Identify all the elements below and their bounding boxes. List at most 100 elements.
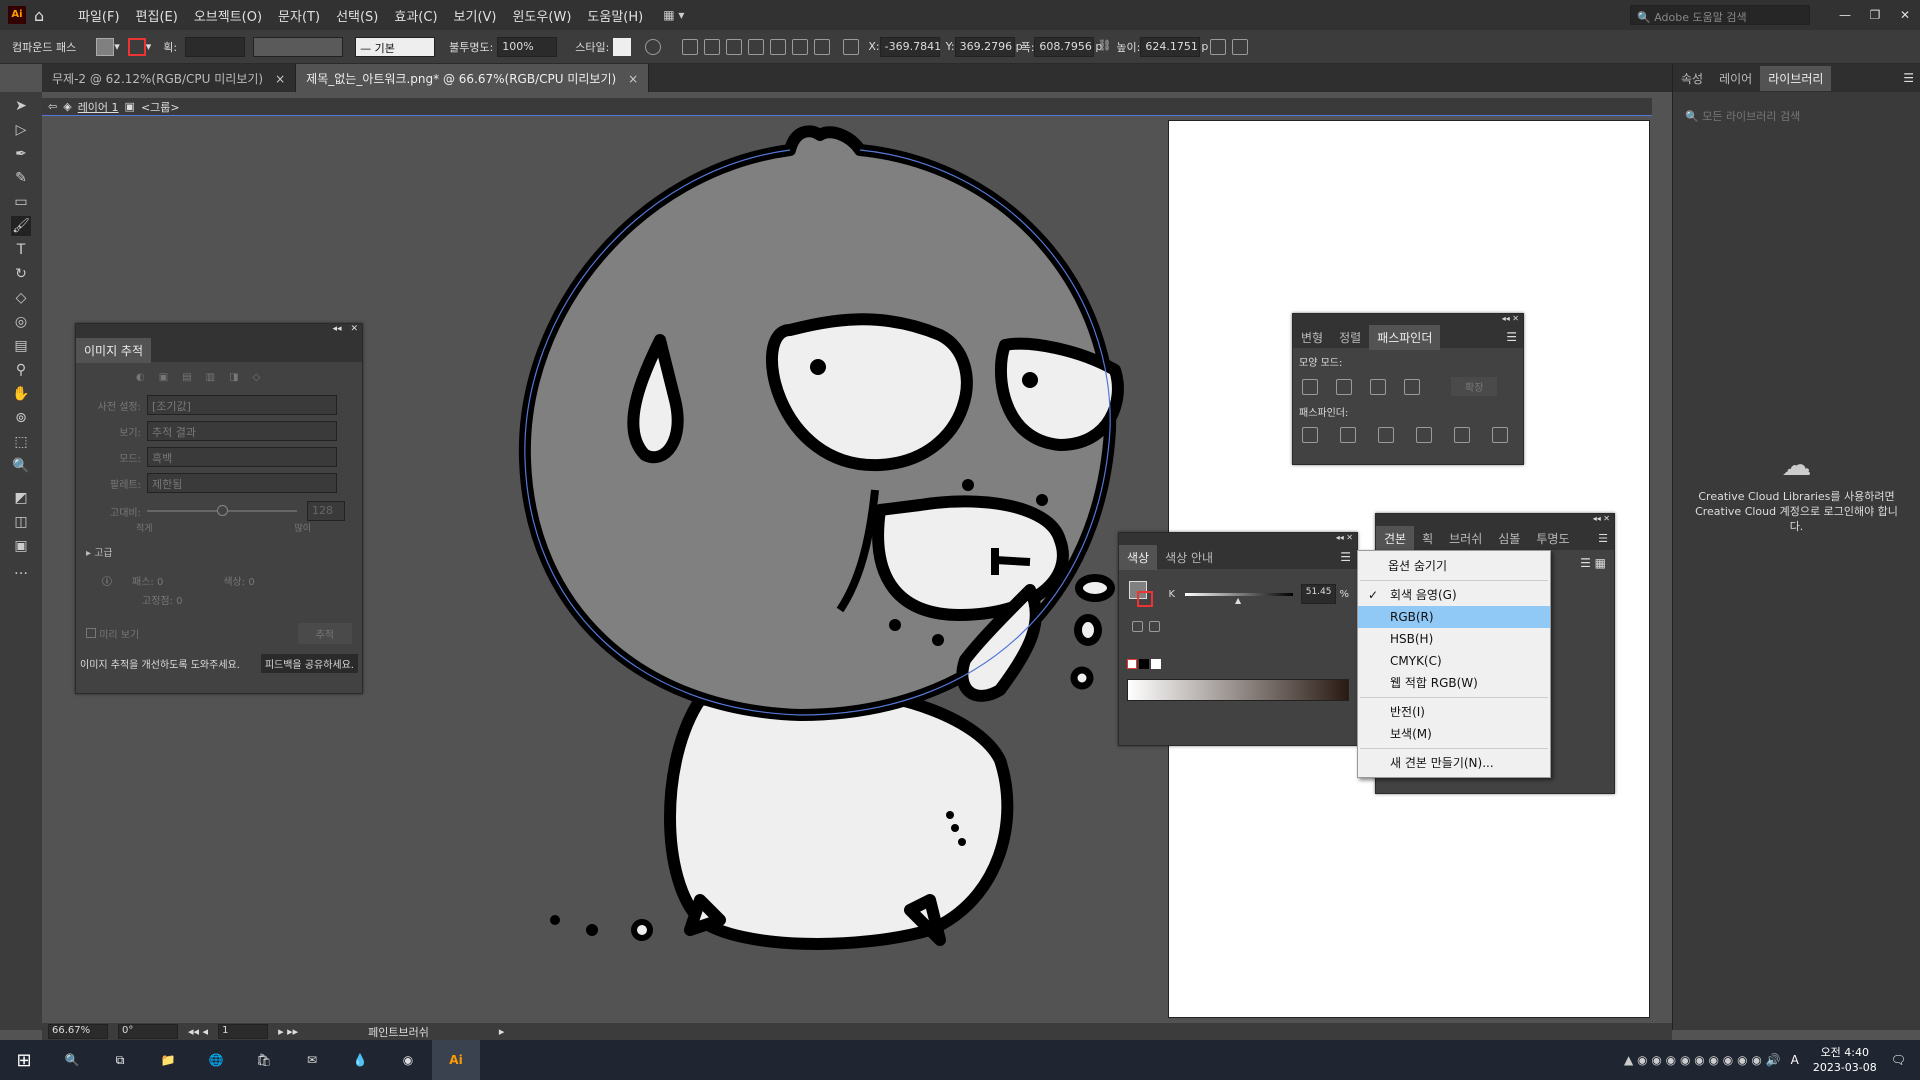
tab-color-guide[interactable]: 색상 안내 bbox=[1157, 545, 1221, 570]
tab-transparency[interactable]: 투명도 bbox=[1528, 526, 1577, 551]
intersect-icon[interactable] bbox=[1370, 378, 1386, 395]
panel-menu-icon[interactable]: ☰ bbox=[1506, 330, 1517, 344]
color-fill-stroke[interactable] bbox=[1127, 579, 1153, 609]
illustrator-taskbar-icon[interactable]: Ai bbox=[432, 1040, 480, 1080]
black-swatch[interactable] bbox=[1139, 659, 1149, 669]
color-spectrum[interactable] bbox=[1127, 679, 1349, 701]
close-panel-icon[interactable]: ✕ bbox=[350, 324, 358, 334]
white-swatch[interactable] bbox=[1151, 659, 1161, 669]
menu-item-new-swatch[interactable]: 새 견본 만들기(N)... bbox=[1358, 752, 1550, 774]
threshold-knob[interactable] bbox=[217, 505, 228, 516]
collapse-panel-icon[interactable]: ◂◂ bbox=[1593, 514, 1601, 523]
view-select[interactable]: 추적 결과 bbox=[147, 421, 337, 441]
palette-select[interactable]: 제한됨 bbox=[147, 473, 337, 493]
zoom-select[interactable]: 66.67% bbox=[48, 1024, 108, 1039]
tab-stroke[interactable]: 획 bbox=[1414, 526, 1441, 551]
chrome-icon[interactable]: ◉ bbox=[384, 1053, 432, 1067]
black-white-icon[interactable]: ◨ bbox=[229, 372, 238, 383]
mode-select[interactable]: 흑백 bbox=[147, 447, 337, 467]
tab-libraries[interactable]: 라이브러리 bbox=[1760, 65, 1832, 91]
tab-pathfinder[interactable]: 패스파인더 bbox=[1369, 324, 1441, 350]
trim-icon[interactable] bbox=[1340, 427, 1356, 443]
panel-menu-icon[interactable]: ☰ bbox=[1903, 71, 1914, 85]
k-slider[interactable]: ▲ bbox=[1185, 592, 1293, 605]
none-swatch[interactable] bbox=[1127, 659, 1137, 669]
unite-icon[interactable] bbox=[1302, 378, 1318, 395]
task-view-icon[interactable]: ⧉ bbox=[96, 1053, 144, 1068]
artboard-nav-next[interactable]: ▸ ▸▸ bbox=[278, 1025, 298, 1038]
search-icon[interactable]: 🔍 bbox=[48, 1053, 96, 1067]
paint-drop-icon[interactable]: 💧 bbox=[336, 1053, 384, 1067]
menu-item-hide-options[interactable]: 옵션 숨기기 bbox=[1358, 555, 1550, 577]
close-panel-icon[interactable]: ✕ bbox=[1512, 314, 1519, 323]
menu-item-invert[interactable]: 반전(I) bbox=[1358, 701, 1550, 723]
file-explorer-icon[interactable]: 📁 bbox=[144, 1053, 192, 1067]
ime-indicator[interactable]: A bbox=[1791, 1053, 1799, 1067]
channel-label: K bbox=[1168, 588, 1176, 600]
menu-item-hsb[interactable]: HSB(H) bbox=[1358, 628, 1550, 650]
collapse-panel-icon[interactable]: ◂◂ bbox=[333, 324, 342, 334]
library-search[interactable]: 🔍 모든 라이브러리 검색 bbox=[1681, 104, 1912, 128]
grayscale-icon[interactable]: ▥ bbox=[206, 372, 215, 383]
merge-icon[interactable] bbox=[1378, 427, 1394, 443]
k-slider-knob[interactable]: ▲ bbox=[1235, 596, 1241, 605]
stroke-square[interactable] bbox=[1137, 591, 1153, 607]
out-of-gamut-icon[interactable] bbox=[1132, 621, 1143, 632]
menu-item-cmyk[interactable]: CMYK(C) bbox=[1358, 650, 1550, 672]
tab-transform[interactable]: 변형 bbox=[1293, 325, 1331, 350]
artboard-nav-prev[interactable]: ◂◂ ◂ bbox=[188, 1025, 208, 1038]
k-value-input[interactable]: 51.45 bbox=[1300, 584, 1337, 604]
advanced-toggle[interactable]: 고급 bbox=[94, 548, 112, 559]
tab-brushes[interactable]: 브러쉬 bbox=[1441, 526, 1490, 551]
expand-button[interactable]: 확장 bbox=[1451, 377, 1498, 396]
status-menu-arrow[interactable]: ▸ bbox=[499, 1025, 505, 1038]
threshold-input[interactable]: 128 bbox=[307, 501, 345, 521]
panel-menu-icon[interactable]: ☰ bbox=[1598, 532, 1608, 545]
store-icon[interactable]: 🛍 bbox=[240, 1053, 288, 1067]
preview-checkbox[interactable] bbox=[86, 628, 96, 638]
system-tray-icons[interactable]: ▲ ◉ ◉ ◉ ◉ ◉ ◉ ◉ ◉ ◉ 🔊 bbox=[1624, 1053, 1781, 1067]
clock-time[interactable]: 오전 4:40 bbox=[1813, 1045, 1877, 1060]
outline-pf-icon[interactable] bbox=[1454, 427, 1470, 443]
notification-icon[interactable]: 🗨 bbox=[1891, 1053, 1906, 1067]
menu-item-web-rgb[interactable]: 웹 적합 RGB(W) bbox=[1358, 672, 1550, 694]
web-safe-icon[interactable] bbox=[1149, 621, 1160, 632]
list-view-icon[interactable]: ☰ bbox=[1580, 556, 1591, 570]
menu-item-rgb[interactable]: RGB(R) bbox=[1358, 606, 1550, 628]
low-color-icon[interactable]: ▤ bbox=[182, 372, 191, 383]
threshold-slider[interactable] bbox=[147, 505, 297, 516]
preset-select[interactable]: [조기값] bbox=[147, 395, 337, 415]
divide-icon[interactable] bbox=[1302, 427, 1318, 443]
auto-color-icon[interactable]: ◐ bbox=[136, 372, 145, 383]
mail-icon[interactable]: ✉ bbox=[288, 1053, 336, 1067]
minus-front-icon[interactable] bbox=[1336, 378, 1352, 395]
tab-swatches[interactable]: 견본 bbox=[1376, 525, 1415, 551]
edge-icon[interactable]: 🌐 bbox=[192, 1053, 240, 1067]
tab-align[interactable]: 정렬 bbox=[1331, 325, 1369, 350]
artboard-number[interactable]: 1 bbox=[218, 1024, 269, 1039]
tab-layers[interactable]: 레이어 bbox=[1711, 66, 1760, 91]
feedback-button[interactable]: 피드백을 공유하세요. bbox=[260, 654, 358, 673]
outline-icon[interactable]: ◇ bbox=[253, 372, 261, 383]
minus-back-icon[interactable] bbox=[1492, 427, 1508, 443]
panel-menu-icon[interactable]: ☰ bbox=[1340, 550, 1351, 564]
collapse-panel-icon[interactable]: ◂◂ bbox=[1502, 314, 1510, 323]
close-panel-icon[interactable]: ✕ bbox=[1346, 533, 1353, 542]
menu-item-complement[interactable]: 보색(M) bbox=[1358, 723, 1550, 745]
menu-item-grayscale[interactable]: ✓ 회색 음영(G) bbox=[1358, 584, 1550, 606]
tab-properties[interactable]: 속성 bbox=[1673, 66, 1711, 91]
expand-advanced-icon[interactable]: ▸ bbox=[86, 548, 91, 559]
high-color-icon[interactable]: ▣ bbox=[159, 372, 168, 383]
collapse-panel-icon[interactable]: ◂◂ bbox=[1336, 533, 1344, 542]
rotation-select[interactable]: 0° bbox=[118, 1024, 178, 1039]
tab-symbols[interactable]: 심볼 bbox=[1490, 526, 1528, 551]
tab-image-trace[interactable]: 이미지 추적 bbox=[76, 338, 152, 363]
close-panel-icon[interactable]: ✕ bbox=[1603, 514, 1610, 523]
tab-color[interactable]: 색상 bbox=[1119, 544, 1158, 570]
grid-view-icon[interactable]: ▦ bbox=[1595, 556, 1606, 570]
clock-date[interactable]: 2023-03-08 bbox=[1813, 1060, 1877, 1075]
trace-button[interactable]: 추적 bbox=[297, 623, 352, 644]
windows-start-icon[interactable]: ⊞ bbox=[0, 1050, 48, 1071]
exclude-icon[interactable] bbox=[1404, 378, 1420, 395]
crop-icon[interactable] bbox=[1416, 427, 1432, 443]
